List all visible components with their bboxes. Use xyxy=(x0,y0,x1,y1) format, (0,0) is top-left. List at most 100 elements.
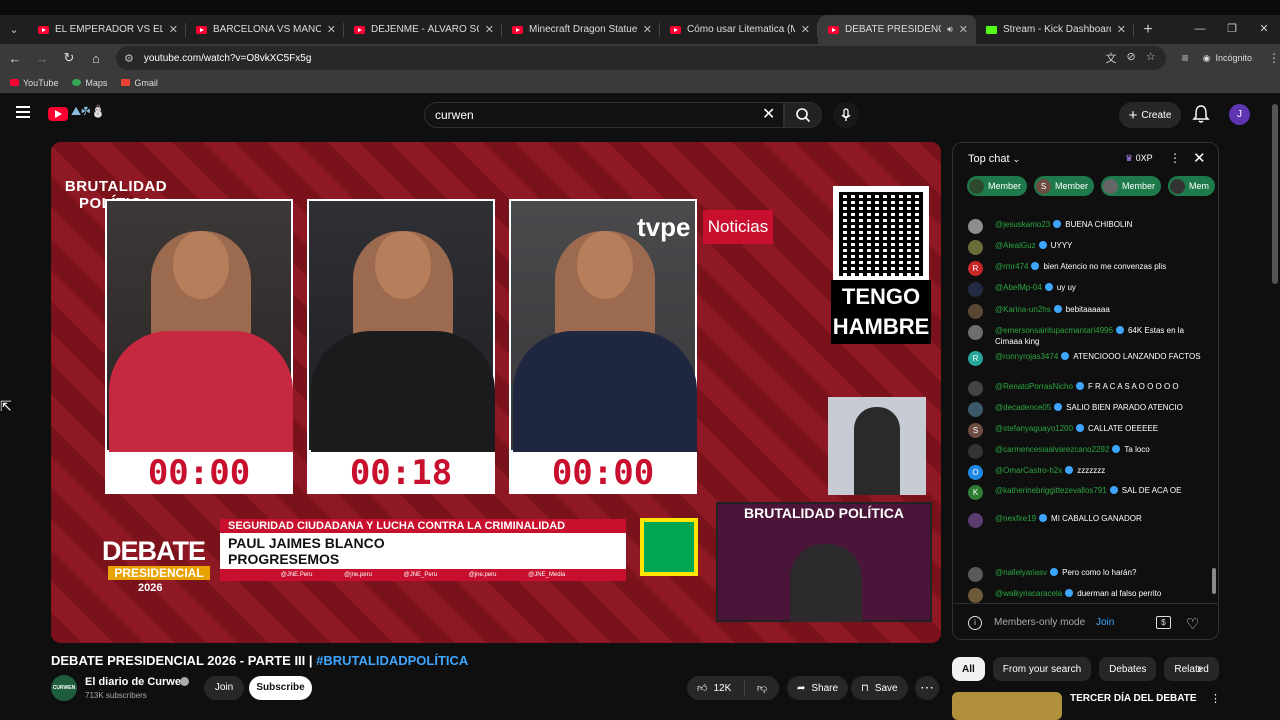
chat-avatar[interactable]: S xyxy=(968,423,983,438)
close-chat-icon[interactable]: ✕ xyxy=(1193,149,1206,167)
chat-message[interactable]: @nallelyariasv Pero como lo harán? xyxy=(968,567,1208,582)
chat-avatar[interactable] xyxy=(968,240,983,255)
chat-author[interactable]: @AlealGuz xyxy=(995,241,1036,250)
browser-tab[interactable]: Cómo usar Litematica (Mod Pa ✕ xyxy=(660,15,818,44)
chat-avatar[interactable] xyxy=(968,444,983,459)
new-tab-button[interactable]: + xyxy=(1134,21,1162,39)
related-title[interactable]: TERCER DÍA DEL DEBATE xyxy=(1070,693,1197,704)
chat-message[interactable]: @carmencesiaalvarezcano2292 Ta loco xyxy=(968,444,1208,459)
chat-author[interactable]: @nexfire19 xyxy=(995,514,1036,523)
chat-message[interactable]: R @ronnyrojas3474 ATENCIOOO LANZANDO FACTO… xyxy=(968,351,1208,366)
close-tab-icon[interactable]: ✕ xyxy=(485,23,494,36)
member-chip[interactable]: Member xyxy=(967,176,1028,196)
subscribe-button[interactable]: Subscribe xyxy=(249,676,312,700)
chat-avatar[interactable] xyxy=(968,513,983,528)
close-tab-icon[interactable]: ✕ xyxy=(643,23,652,36)
chat-author[interactable]: @Karina-un2hs xyxy=(995,305,1051,314)
bookmark-star-icon[interactable]: ☆ xyxy=(1146,50,1156,66)
account-avatar[interactable]: J xyxy=(1229,104,1250,125)
chat-author[interactable]: @nallelyariasv xyxy=(995,568,1047,577)
voice-search-button[interactable] xyxy=(833,102,859,128)
chat-join-link[interactable]: Join xyxy=(1096,617,1114,628)
chat-avatar[interactable]: K xyxy=(968,485,983,500)
xp-indicator[interactable]: ♛ 0XP xyxy=(1125,153,1153,164)
forward-icon[interactable]: → xyxy=(30,51,54,66)
home-icon[interactable]: ⌂ xyxy=(84,51,108,66)
filter-chip[interactable]: Related xyxy=(1164,657,1219,681)
chat-avatar[interactable]: R xyxy=(968,351,983,366)
video-title-hashtag[interactable]: #BRUTALIDADPOLÍTICA xyxy=(316,653,468,668)
chat-message[interactable]: O @OmarCastro-h2x zzzzzzz xyxy=(968,465,1208,480)
reading-list-icon[interactable]: ≡ xyxy=(1182,51,1189,65)
chat-message[interactable]: @emersonsairitupacmantari4996 64K Estas e… xyxy=(968,325,1208,347)
tab-search-chevron-icon[interactable]: ⌄ xyxy=(0,15,28,44)
bookmark-youtube[interactable]: YouTube xyxy=(10,78,58,88)
reload-icon[interactable]: ↻ xyxy=(57,50,81,66)
doodle-icon[interactable]: ⛰☘⛄ xyxy=(71,104,105,119)
member-chip[interactable]: Mem xyxy=(1168,176,1216,196)
chat-author[interactable]: @decadence05 xyxy=(995,403,1051,412)
chat-message[interactable]: R @rmr474 bien Atencio no me convenzas pli… xyxy=(968,261,1208,276)
chat-message[interactable]: @nexfire19 MI CABALLO GANADOR xyxy=(968,513,1208,528)
related-video-item[interactable]: TERCER DÍA DEL DEBATE ⋮ xyxy=(952,692,1222,720)
chat-avatar[interactable] xyxy=(968,588,983,603)
chat-messages[interactable]: @jesuskamo23 BUENA CHIBOLIN @AlealGuz UYYY R… xyxy=(953,201,1211,603)
restore-icon[interactable]: ❐ xyxy=(1216,15,1248,44)
close-tab-icon[interactable]: ✕ xyxy=(169,23,178,36)
chat-avatar[interactable]: O xyxy=(968,465,983,480)
chat-message[interactable]: K @katherinebriggittezevallos791 SAL DE AC… xyxy=(968,485,1208,500)
super-chat-icon[interactable]: $ xyxy=(1156,616,1171,629)
video-player[interactable]: BRUTALIDAD POLÍTICA 00:00 00:18 00:00 tv… xyxy=(51,142,941,643)
page-scrollbar[interactable] xyxy=(1270,96,1280,704)
channel-name[interactable]: El diario de Curwen xyxy=(85,676,188,688)
chat-avatar[interactable] xyxy=(968,567,983,582)
search-input[interactable]: curwen xyxy=(424,102,784,128)
close-window-icon[interactable]: ✕ xyxy=(1248,15,1280,44)
page-scroll-thumb[interactable] xyxy=(1272,104,1278,284)
chat-avatar[interactable] xyxy=(968,304,983,319)
chat-author[interactable]: @walkyriacaracela xyxy=(995,589,1062,598)
browser-menu-icon[interactable]: ⋮ xyxy=(1268,51,1280,65)
member-chip[interactable]: S Member xyxy=(1034,176,1095,196)
more-actions-icon[interactable]: ⋯ xyxy=(915,676,939,700)
chat-avatar[interactable]: R xyxy=(968,261,983,276)
close-tab-icon[interactable]: ✕ xyxy=(801,23,810,36)
url-field[interactable]: ⚙ youtube.com/watch?v=O8vkXC5Fx5g 文 ⊘ ☆ xyxy=(115,46,1166,70)
browser-tab[interactable]: EL EMPERADOR VS EL MAESTR ✕ xyxy=(28,15,186,44)
chevron-right-icon[interactable]: › xyxy=(1197,660,1202,677)
member-chip[interactable]: Member xyxy=(1101,176,1162,196)
chat-message[interactable]: @walkyriacaracela duerman al falso perrit… xyxy=(968,588,1208,603)
chat-author[interactable]: @katherinebriggittezevallos791 xyxy=(995,486,1107,495)
audio-playing-icon[interactable]: 🔊︎ xyxy=(947,24,953,35)
notifications-bell-icon[interactable] xyxy=(1192,104,1210,124)
filter-chip[interactable]: Debates xyxy=(1099,657,1157,681)
chat-author[interactable]: @AbelMp-04 xyxy=(995,283,1042,292)
chat-menu-icon[interactable]: ⋮ xyxy=(1169,151,1181,165)
filter-chip[interactable]: From your search xyxy=(992,657,1092,681)
like-button[interactable]: 👍︎ 12K xyxy=(687,680,745,696)
create-button[interactable]: + Create xyxy=(1119,102,1181,128)
bookmark-maps[interactable]: Maps xyxy=(72,78,107,88)
close-tab-icon[interactable]: ✕ xyxy=(1117,23,1126,36)
share-button[interactable]: ➦ Share xyxy=(787,676,849,700)
chat-avatar[interactable] xyxy=(968,325,983,340)
chat-message[interactable]: S @stefanyaguayo1200 CALLATE OEEEEE xyxy=(968,423,1208,438)
chat-author[interactable]: @rmr474 xyxy=(995,262,1028,271)
close-tab-icon[interactable]: ✕ xyxy=(959,23,968,36)
chat-author[interactable]: @ronnyrojas3474 xyxy=(995,352,1058,361)
browser-tab[interactable]: DÉJENME - ÁLVARO SCARAME ✕ xyxy=(344,15,502,44)
dislike-button[interactable]: 👎︎ xyxy=(745,682,779,694)
browser-tab[interactable]: Stream - Kick Dashboard ✕ xyxy=(976,15,1134,44)
chat-avatar[interactable] xyxy=(968,282,983,297)
chat-scroll-thumb[interactable] xyxy=(1212,568,1216,594)
browser-tab[interactable]: BARCELONA VS MANCHESTER ✕ xyxy=(186,15,344,44)
related-more-icon[interactable]: ⋮ xyxy=(1210,692,1221,705)
chat-message[interactable]: @AbelMp-04 uy uy xyxy=(968,282,1208,297)
chat-avatar[interactable] xyxy=(968,381,983,396)
chat-author[interactable]: @emersonsairitupacmantari4996 xyxy=(995,326,1113,335)
chat-author[interactable]: @OmarCastro-h2x xyxy=(995,466,1062,475)
chat-message[interactable]: @Karina-un2hs bebitaaaaaa xyxy=(968,304,1208,319)
chat-author[interactable]: @RenatoPorrasNicho xyxy=(995,382,1073,391)
chat-author[interactable]: @carmencesiaalvarezcano2292 xyxy=(995,445,1109,454)
chat-message[interactable]: @decadence05 SALIO BIEN PARADO ATENCIO xyxy=(968,402,1208,417)
